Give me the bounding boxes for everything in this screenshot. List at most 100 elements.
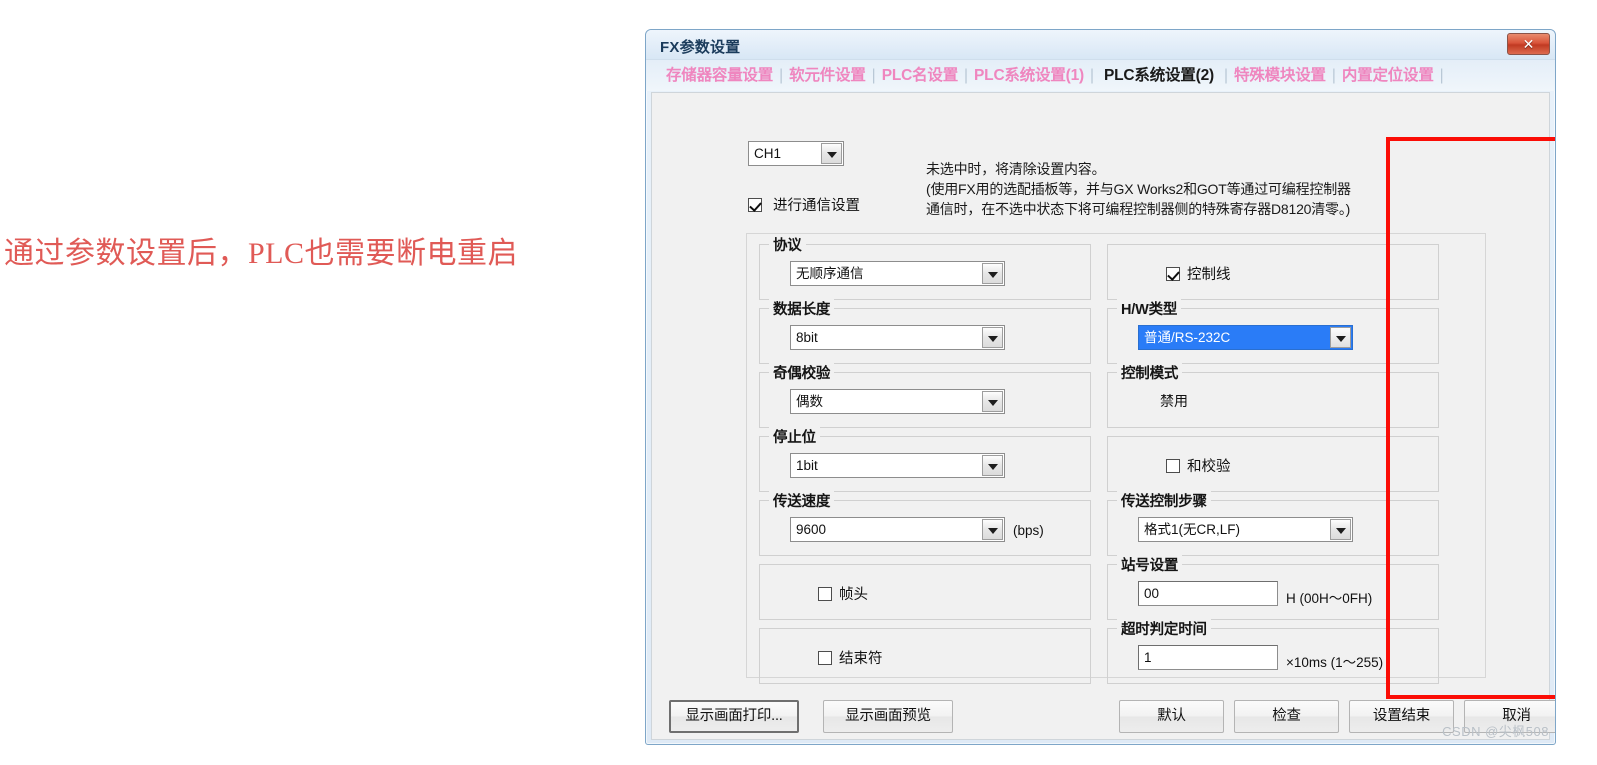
chevron-down-icon[interactable] [1330, 327, 1351, 348]
checkbox-帧头[interactable]: 帧头 [818, 583, 868, 604]
field-wrapper: 无顺序通信 [790, 261, 1005, 286]
annotation-note: 通过参数设置后，PLC也需要断电重启 [4, 237, 519, 270]
combo-value: 1bit [796, 458, 818, 473]
tab-0[interactable]: 存储器容量设置 [660, 60, 779, 91]
tab-4-active[interactable]: PLC系统设置(2) [1094, 60, 1224, 91]
description-block: 未选中时，将清除设置内容。 (使用FX用的选配插板等，并与GX Works2和G… [926, 159, 1351, 219]
comm-setting-checkbox-label: 进行通信设置 [773, 198, 861, 214]
button-默认[interactable]: 默认 [1119, 700, 1224, 733]
right-settings-column: 控制线 H/W类型 普通/RS-232C 控制模式 禁用 和校验 传送控制步骤 格式1(无CR… [1107, 244, 1439, 692]
dialog-button-bar: 显示画面打印... 显示画面预览 默认 检查 设置结束 取消 [651, 698, 1555, 742]
dialog-client-area: CH1 进行通信设置 未选中时，将清除设置内容。 (使用FX用的选配插板等，并与… [651, 92, 1550, 740]
static-value-控制模式: 禁用 [1160, 393, 1188, 409]
group-legend: 传送速度 [769, 490, 835, 511]
chevron-down-icon[interactable] [821, 143, 842, 164]
field-wrapper: 8bit [790, 325, 1005, 350]
chevron-down-icon[interactable] [982, 263, 1003, 284]
checkbox-icon[interactable] [1166, 267, 1180, 281]
screenshot-root: 通过参数设置后，PLC也需要断电重启 FX参数设置 ✕ 存储器容量设置 | 软元件设… [0, 0, 1597, 765]
watermark-text: CSDN @尖枫508 [1442, 724, 1549, 739]
textbox-站号设置[interactable]: 00 [1138, 581, 1278, 606]
settings-group-超时判定时间: 超时判定时间 1 ×10ms (1～255) [1107, 618, 1439, 684]
field-suffix: H (00H～0FH) [1286, 591, 1373, 606]
combo-value: 8bit [796, 330, 818, 345]
combo-value: 无顺序通信 [796, 266, 864, 281]
communication-settings-group: 协议无顺序通信数据长度 8bit 奇偶校验 偶数 停止位 1bit 传送速度 9600 (bps… [746, 233, 1486, 684]
group-legend: 传送控制步骤 [1117, 490, 1211, 511]
checkbox-和校验[interactable]: 和校验 [1166, 455, 1231, 476]
fx-parameter-dialog: FX参数设置 ✕ 存储器容量设置 | 软元件设置 | PLC名设置 | PLC系统设置(1)… [645, 29, 1556, 745]
combo-数据长度[interactable]: 8bit [790, 325, 1005, 350]
combo-value: 格式1(无CR,LF) [1144, 522, 1241, 537]
channel-select[interactable]: CH1 [748, 141, 844, 166]
settings-group-控制线: 控制线 [1107, 244, 1439, 300]
combo-传送控制步骤[interactable]: 格式1(无CR,LF) [1138, 517, 1353, 542]
settings-group-数据长度: 数据长度 8bit [759, 298, 1091, 364]
settings-group-停止位: 停止位 1bit [759, 426, 1091, 492]
close-icon[interactable]: ✕ [1507, 33, 1550, 55]
settings-group-协议: 协议无顺序通信 [759, 234, 1091, 300]
checkbox-icon[interactable] [1166, 459, 1180, 473]
chevron-down-icon[interactable] [982, 519, 1003, 540]
tab-separator: | [1439, 67, 1444, 84]
channel-select-value: CH1 [754, 146, 782, 161]
tab-2[interactable]: PLC名设置 [876, 60, 964, 91]
description-line-3: 通信时，在不选中状态下将可编程控制器侧的特殊寄存器D8120清零。) [926, 201, 1351, 217]
tab-5[interactable]: 特殊模块设置 [1228, 60, 1332, 91]
combo-value: 9600 [796, 522, 827, 537]
field-wrapper: 偶数 [790, 389, 1005, 414]
field-suffix: (bps) [1013, 523, 1044, 538]
checkbox-label: 帧头 [839, 587, 868, 603]
comm-setting-checkbox[interactable]: 进行通信设置 [748, 194, 860, 215]
combo-传送速度[interactable]: 9600 [790, 517, 1005, 542]
combo-H/W类型[interactable]: 普通/RS-232C [1138, 325, 1353, 350]
chevron-down-icon[interactable] [982, 327, 1003, 348]
settings-group-奇偶校验: 奇偶校验 偶数 [759, 362, 1091, 428]
field-wrapper: 9600 [790, 517, 1005, 542]
dialog-titlebar[interactable]: FX参数设置 ✕ [646, 30, 1555, 60]
tab-strip: 存储器容量设置 | 软元件设置 | PLC名设置 | PLC系统设置(1) | PLC系统设置(… [646, 60, 1555, 91]
button-显示画面打印[interactable]: 显示画面打印... [669, 700, 799, 733]
field-wrapper: 1 [1138, 645, 1278, 670]
checkbox-label: 和校验 [1187, 459, 1231, 475]
checkbox-icon[interactable] [818, 587, 832, 601]
group-legend: 协议 [769, 234, 806, 255]
tab-6[interactable]: 内置定位设置 [1336, 60, 1440, 91]
checkbox-控制线[interactable]: 控制线 [1166, 263, 1231, 284]
field-wrapper: 00 [1138, 581, 1278, 606]
tab-1[interactable]: 软元件设置 [783, 60, 872, 91]
checkbox-label: 结束符 [839, 651, 883, 667]
button-检查[interactable]: 检查 [1234, 700, 1339, 733]
group-legend: 站号设置 [1117, 554, 1183, 575]
combo-停止位[interactable]: 1bit [790, 453, 1005, 478]
field-wrapper: 格式1(无CR,LF) [1138, 517, 1353, 542]
channel-header-row: CH1 进行通信设置 未选中时，将清除设置内容。 (使用FX用的选配插板等，并与… [748, 141, 1351, 217]
field-wrapper: 普通/RS-232C [1138, 325, 1353, 350]
settings-group-传送控制步骤: 传送控制步骤格式1(无CR,LF) [1107, 490, 1439, 556]
settings-group-结束符: 结束符 [759, 628, 1091, 684]
field-wrapper: 1bit [790, 453, 1005, 478]
button-设置结束[interactable]: 设置结束 [1349, 700, 1454, 733]
chevron-down-icon[interactable] [1330, 519, 1351, 540]
tab-3[interactable]: PLC系统设置(1) [968, 60, 1090, 91]
settings-group-帧头: 帧头 [759, 564, 1091, 620]
combo-value: 偶数 [796, 394, 823, 409]
button-显示画面预览[interactable]: 显示画面预览 [823, 700, 953, 733]
chevron-down-icon[interactable] [982, 391, 1003, 412]
checkbox-icon[interactable] [748, 198, 762, 212]
settings-group-H/W类型: H/W类型普通/RS-232C [1107, 298, 1439, 364]
combo-协议[interactable]: 无顺序通信 [790, 261, 1005, 286]
checkbox-label: 控制线 [1187, 267, 1231, 283]
textbox-超时判定时间[interactable]: 1 [1138, 645, 1278, 670]
chevron-down-icon[interactable] [982, 455, 1003, 476]
dialog-title: FX参数设置 [660, 39, 741, 56]
checkbox-结束符[interactable]: 结束符 [818, 647, 883, 668]
combo-奇偶校验[interactable]: 偶数 [790, 389, 1005, 414]
group-legend: H/W类型 [1117, 298, 1182, 319]
settings-group-和校验: 和校验 [1107, 436, 1439, 492]
field-wrapper: 禁用 [1138, 389, 1353, 413]
group-legend: 数据长度 [769, 298, 835, 319]
group-legend: 超时判定时间 [1117, 618, 1211, 639]
settings-group-站号设置: 站号设置 00 H (00H～0FH) [1107, 554, 1439, 620]
checkbox-icon[interactable] [818, 651, 832, 665]
